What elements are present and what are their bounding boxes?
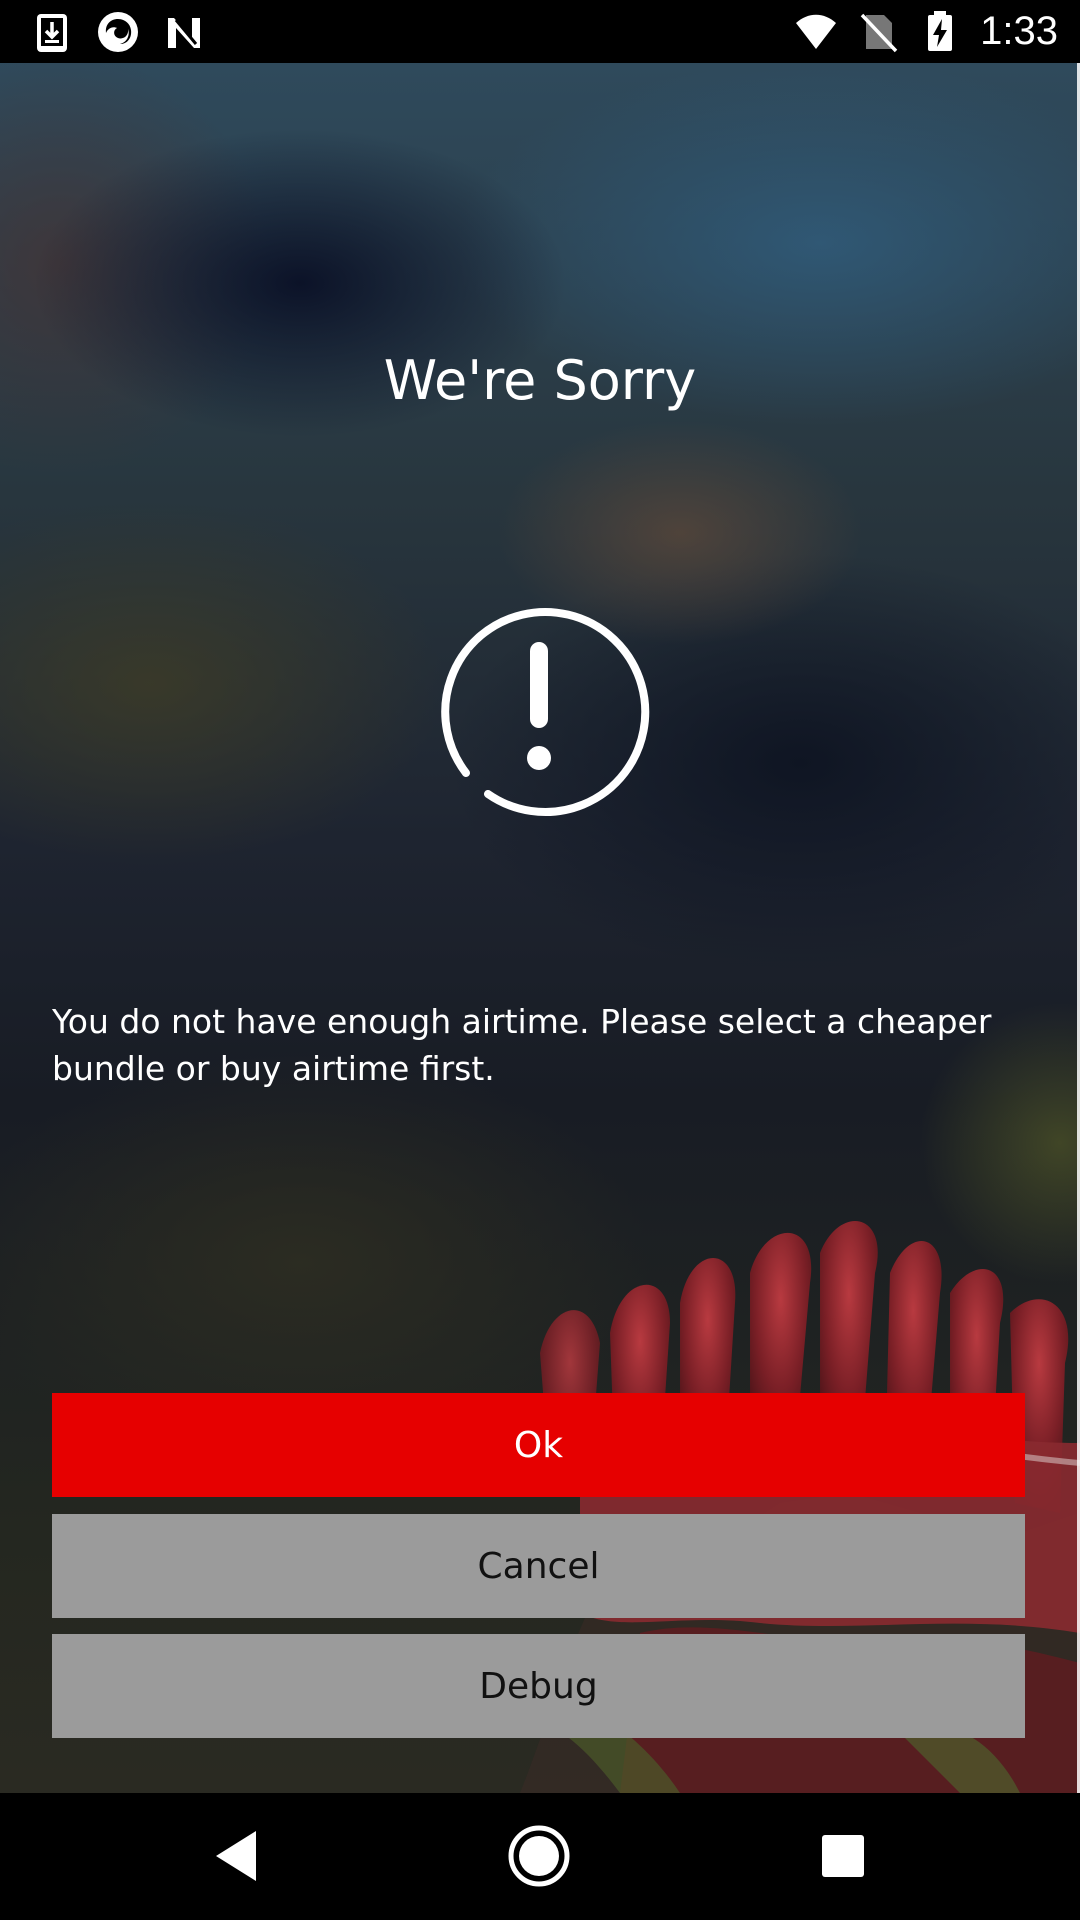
wifi-icon — [796, 14, 837, 49]
back-icon[interactable] — [204, 1823, 270, 1889]
status-bar: 1:33 — [0, 0, 1080, 63]
dialog-screen: We're Sorry You do not have enough airti… — [0, 63, 1080, 1793]
download-icon — [37, 14, 67, 52]
navigation-bar — [0, 1793, 1080, 1920]
dialog-message: You do not have enough airtime. Please s… — [52, 1002, 992, 1088]
n-app-icon — [168, 18, 200, 48]
recents-icon[interactable] — [810, 1823, 876, 1889]
cancel-button[interactable]: Cancel — [52, 1514, 1025, 1618]
alert-circle-icon — [441, 608, 650, 816]
status-bar-right: 1:33 — [794, 8, 1058, 54]
battery-charging-icon — [928, 11, 953, 51]
firefox-icon — [98, 12, 138, 52]
screen: 1:33 We're Sorry You do not have enough … — [0, 0, 1080, 1920]
home-icon[interactable] — [506, 1823, 572, 1889]
ok-button[interactable]: Ok — [52, 1393, 1025, 1497]
no-sim-icon — [860, 13, 898, 53]
status-bar-left — [30, 10, 206, 54]
dialog-title: We're Sorry — [383, 349, 697, 412]
debug-button[interactable]: Debug — [52, 1634, 1025, 1738]
status-time: 1:33 — [980, 9, 1058, 53]
